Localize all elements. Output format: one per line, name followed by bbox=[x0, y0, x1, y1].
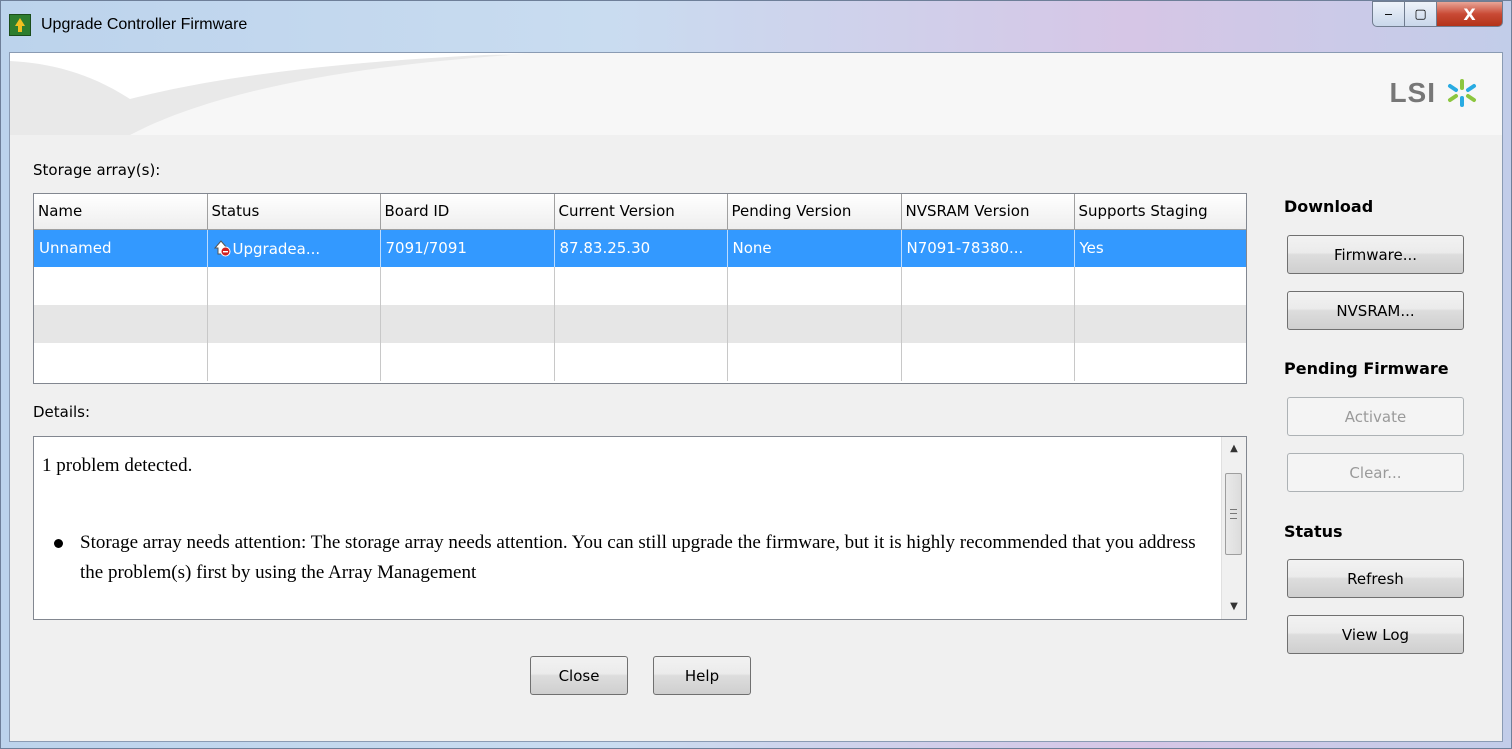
empty-table-row bbox=[34, 305, 1246, 343]
cell-supports-staging: Yes bbox=[1074, 229, 1246, 267]
details-scrollbar[interactable]: ▲ ▼ bbox=[1221, 437, 1246, 619]
cell-current-version: 87.83.25.30 bbox=[554, 229, 728, 267]
logo-text: LSI bbox=[1389, 77, 1436, 108]
cell-pending-version: None bbox=[727, 229, 902, 267]
clear-button[interactable]: Clear... bbox=[1287, 453, 1464, 492]
scroll-thumb[interactable] bbox=[1225, 473, 1242, 555]
firmware-upgrade-icon bbox=[9, 14, 31, 36]
scroll-down-arrow-icon[interactable]: ▼ bbox=[1222, 595, 1246, 619]
window-controls: ‒ ▢ X bbox=[1372, 1, 1503, 27]
table-header-row: Name Status Board ID Current Version Pen… bbox=[34, 194, 1246, 230]
lsi-starburst-icon bbox=[1448, 79, 1476, 107]
window-title: Upgrade Controller Firmware bbox=[41, 16, 248, 33]
download-heading: Download bbox=[1284, 197, 1374, 216]
banner-swoosh bbox=[10, 53, 530, 135]
scroll-up-arrow-icon[interactable]: ▲ bbox=[1222, 437, 1246, 461]
details-label: Details: bbox=[33, 403, 91, 421]
empty-table-row bbox=[34, 267, 1246, 305]
header-banner: LSI bbox=[10, 53, 1502, 135]
column-header-current-version[interactable]: Current Version bbox=[554, 194, 728, 230]
lsi-logo: LSI bbox=[1389, 77, 1480, 109]
title-bar: Upgrade Controller Firmware ‒ ▢ X bbox=[1, 1, 1511, 51]
column-header-supports-staging[interactable]: Supports Staging bbox=[1074, 194, 1246, 230]
storage-arrays-label: Storage array(s): bbox=[33, 161, 161, 179]
cell-name: Unnamed bbox=[34, 229, 208, 267]
table-row[interactable]: Unnamed Upgradea... 7091/7091 87.83.25.3… bbox=[34, 229, 1246, 267]
column-header-pending-version[interactable]: Pending Version bbox=[727, 194, 902, 230]
cell-board-id: 7091/7091 bbox=[380, 229, 555, 267]
activate-button[interactable]: Activate bbox=[1287, 397, 1464, 436]
column-header-nvsram-version[interactable]: NVSRAM Version bbox=[901, 194, 1075, 230]
details-content: 1 problem detected. Storage array needs … bbox=[42, 451, 1202, 588]
close-button[interactable]: Close bbox=[530, 656, 628, 695]
dialog-client-area: LSI Storage array(s): Name Status Board … bbox=[9, 52, 1503, 742]
close-icon: X bbox=[1463, 4, 1476, 24]
storage-array-table: Name Status Board ID Current Version Pen… bbox=[33, 193, 1247, 384]
minimize-button[interactable]: ‒ bbox=[1372, 1, 1405, 27]
problem-summary: 1 problem detected. bbox=[42, 455, 193, 476]
firmware-button[interactable]: Firmware... bbox=[1287, 235, 1464, 274]
column-header-status[interactable]: Status bbox=[207, 194, 381, 230]
upgradeable-warning-icon bbox=[213, 239, 231, 257]
column-header-name[interactable]: Name bbox=[34, 194, 208, 230]
upgrade-firmware-window: Upgrade Controller Firmware ‒ ▢ X LSI St… bbox=[0, 0, 1512, 749]
status-text: Upgradea... bbox=[232, 239, 321, 258]
close-window-button[interactable]: X bbox=[1437, 1, 1503, 27]
empty-table-row bbox=[34, 343, 1246, 381]
cell-nvsram-version: N7091-78380... bbox=[901, 229, 1075, 267]
problem-text: Storage array needs attention: The stora… bbox=[80, 532, 1196, 583]
status-heading: Status bbox=[1284, 522, 1343, 541]
problem-list-item: Storage array needs attention: The stora… bbox=[42, 528, 1202, 588]
help-button[interactable]: Help bbox=[653, 656, 751, 695]
refresh-button[interactable]: Refresh bbox=[1287, 559, 1464, 598]
column-header-board-id[interactable]: Board ID bbox=[380, 194, 555, 230]
pending-firmware-heading: Pending Firmware bbox=[1284, 359, 1449, 378]
cell-status: Upgradea... bbox=[207, 229, 381, 267]
maximize-icon: ▢ bbox=[1414, 6, 1427, 22]
maximize-button[interactable]: ▢ bbox=[1405, 1, 1437, 27]
nvsram-button[interactable]: NVSRAM... bbox=[1287, 291, 1464, 330]
minimize-icon: ‒ bbox=[1384, 6, 1393, 22]
view-log-button[interactable]: View Log bbox=[1287, 615, 1464, 654]
bullet-icon bbox=[54, 539, 63, 548]
details-panel[interactable]: 1 problem detected. Storage array needs … bbox=[33, 436, 1247, 620]
